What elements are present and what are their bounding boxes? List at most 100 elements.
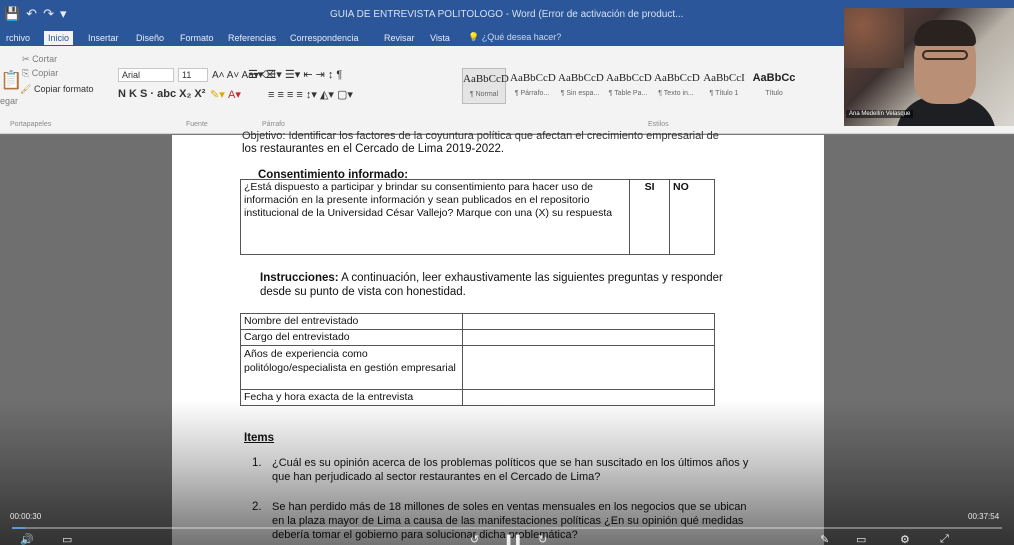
copy-label: Copiar <box>31 68 59 78</box>
caption-icon[interactable]: ▭ <box>62 533 72 545</box>
window-title: GUIA DE ENTREVISTA POLITOLOGO - Word (Er… <box>330 9 684 20</box>
style-label: ¶ Normal <box>469 91 499 98</box>
scissors-icon: ✂ <box>22 54 30 64</box>
table-row: Nombre del entrevistado <box>240 313 716 330</box>
table-row: Años de experiencia como politólogo/espe… <box>240 345 716 390</box>
copy-button[interactable]: ⎘ Copiar <box>22 68 58 79</box>
list-buttons[interactable]: ☰▾ ☰▾ ☰▾ ⇤ ⇥ ↕ ¶ <box>248 68 342 81</box>
font-size-input[interactable]: 11 <box>178 68 208 82</box>
document-area: Objetivo: Identificar los factores de la… <box>0 130 1014 545</box>
tell-me-text: ¿Qué desea hacer? <box>481 32 562 42</box>
settings-icon[interactable]: ⚙ <box>900 533 910 545</box>
style-preview: AaBbCcD <box>463 73 509 85</box>
background-painting <box>844 8 904 68</box>
row-value-name[interactable] <box>461 313 716 330</box>
row-label-date: Fecha y hora exacta de la entrevista <box>240 389 463 406</box>
style-table-paragraph[interactable]: AaBbCcD ¶ Table Pa... <box>606 68 652 104</box>
cut-button[interactable]: ✂ Cortar <box>22 54 57 65</box>
font-color-icon[interactable]: A▾ <box>228 88 241 101</box>
quick-access-toolbar[interactable]: 💾↶↷▾ <box>4 6 73 22</box>
person-hair <box>914 20 976 46</box>
format-painter-button[interactable]: 🖌 Copiar formato <box>20 84 93 95</box>
alignment-buttons[interactable]: ≡ ≡ ≡ ≡ ↕▾ ◭▾ ▢▾ <box>268 88 353 101</box>
table-row: Fecha y hora exacta de la entrevista <box>240 389 716 406</box>
forward-icon[interactable]: ↻ <box>538 533 547 545</box>
webcam-video: Ana Medellín Velasque <box>844 8 1014 126</box>
tab-revisar[interactable]: Revisar <box>380 31 419 45</box>
yes-cell[interactable]: SI <box>629 179 671 255</box>
objective-line-2: los restaurantes en el Cercado de Lima 2… <box>242 143 505 155</box>
tell-me-box[interactable]: 💡 ¿Qué desea hacer? <box>468 32 561 43</box>
tab-inicio[interactable]: Inicio <box>44 31 74 45</box>
instructions-line-2: desde su punto de vista con honestidad. <box>260 286 466 298</box>
tab-archivo[interactable]: rchivo <box>2 31 34 45</box>
style-texto-independiente[interactable]: AaBbCcD ¶ Texto in... <box>654 68 700 104</box>
pause-icon[interactable]: ❚❚ <box>504 533 522 545</box>
seek-bar[interactable] <box>12 527 1002 529</box>
row-label-name: Nombre del entrevistado <box>240 313 463 330</box>
instructions-text: A continuación, leer exhaustivamente las… <box>341 272 723 284</box>
style-label: ¶ Table Pa... <box>608 90 648 97</box>
question-2-line-3: debería tomar el gobierno para soluciona… <box>272 529 578 541</box>
screen-recording: 💾↶↷▾ GUIA DE ENTREVISTA POLITOLOGO - Wor… <box>0 0 1014 545</box>
lightbulb-icon: 💡 <box>468 32 480 42</box>
style-preview: AaBbCcD <box>606 72 652 84</box>
pen-icon[interactable]: ✎ <box>820 533 829 545</box>
style-label: ¶ Párrafo... <box>514 90 550 97</box>
style-preview: AaBbCcD <box>558 72 604 84</box>
highlight-icon[interactable]: ✎▾ <box>210 88 225 101</box>
font-name-input[interactable]: Arial <box>118 68 174 82</box>
question-1-number: 1. <box>252 457 262 469</box>
tab-referencias[interactable]: Referencias <box>224 31 280 45</box>
tab-insertar[interactable]: Insertar <box>84 31 123 45</box>
style-titulo-1[interactable]: AaBbCcI ¶ Título 1 <box>702 68 746 104</box>
row-label-position: Cargo del entrevistado <box>240 329 463 346</box>
tab-vista[interactable]: Vista <box>426 31 454 45</box>
total-duration: 00:37:54 <box>968 512 1000 521</box>
style-parrafo[interactable]: AaBbCcD ¶ Párrafo... <box>510 68 556 104</box>
copy-icon: ⎘ <box>22 68 30 78</box>
question-2-number: 2. <box>252 501 262 513</box>
style-sin-espaciado[interactable]: AaBbCcD ¶ Sin espa... <box>558 68 604 104</box>
items-heading: Items <box>244 432 275 444</box>
row-value-position[interactable] <box>461 329 716 346</box>
style-preview: AaBbCcD <box>654 72 700 84</box>
question-1-line-1: ¿Cuál es su opinión acerca de los proble… <box>272 457 749 469</box>
question-2-line-2: en la plaza mayor de Lima a causa de las… <box>272 515 744 527</box>
row-value-experience[interactable] <box>461 345 716 390</box>
glasses <box>922 50 968 60</box>
screen-icon[interactable]: ▭ <box>856 533 866 545</box>
document-page[interactable]: Objetivo: Identificar los factores de la… <box>172 130 824 545</box>
style-titulo[interactable]: AaBbCc Título <box>750 68 798 104</box>
instructions-line-1: Instrucciones: A continuación, leer exha… <box>260 271 723 285</box>
interviewee-info-table: Nombre del entrevistado Cargo del entrev… <box>240 313 716 406</box>
style-label: ¶ Texto in... <box>658 90 694 97</box>
participant-name-tag: Ana Medellín Velasque <box>846 110 914 118</box>
paste-label[interactable]: egar <box>0 96 18 106</box>
style-preview: AaBbCcI <box>703 72 745 84</box>
volume-icon[interactable]: 🔊 <box>20 533 34 545</box>
style-label: ¶ Título 1 <box>709 90 739 97</box>
table-row: Cargo del entrevistado <box>240 329 716 346</box>
group-label-clipboard: Portapapeles <box>10 121 52 128</box>
consent-question: ¿Está dispuesto a participar y brindar s… <box>239 179 631 255</box>
tab-correspondencia[interactable]: Correspondencia <box>286 31 363 45</box>
group-label-font: Fuente <box>186 121 208 128</box>
tab-diseno[interactable]: Diseño <box>132 31 168 45</box>
style-preview: AaBbCcD <box>510 72 556 84</box>
row-value-date[interactable] <box>461 389 716 406</box>
format-painter-label: Copiar formato <box>33 84 94 94</box>
tab-formato[interactable]: Formato <box>176 31 218 45</box>
cut-label: Cortar <box>32 54 58 64</box>
style-label: Título <box>765 90 783 97</box>
rewind-icon[interactable]: ↺ <box>470 533 479 545</box>
seek-bar-fill <box>12 527 25 529</box>
group-label-styles: Estilos <box>648 121 669 128</box>
style-normal[interactable]: AaBbCcD ¶ Normal <box>462 68 509 104</box>
objective-line-1: Objetivo: Identificar los factores de la… <box>242 130 719 142</box>
no-cell[interactable]: NO <box>669 179 715 255</box>
text-format-buttons[interactable]: N K S · abc X₂ X² <box>118 88 205 100</box>
style-preview: AaBbCc <box>752 72 796 84</box>
fullscreen-icon[interactable]: ⤢ <box>940 533 949 545</box>
elapsed-time: 00:00:30 <box>10 512 42 521</box>
